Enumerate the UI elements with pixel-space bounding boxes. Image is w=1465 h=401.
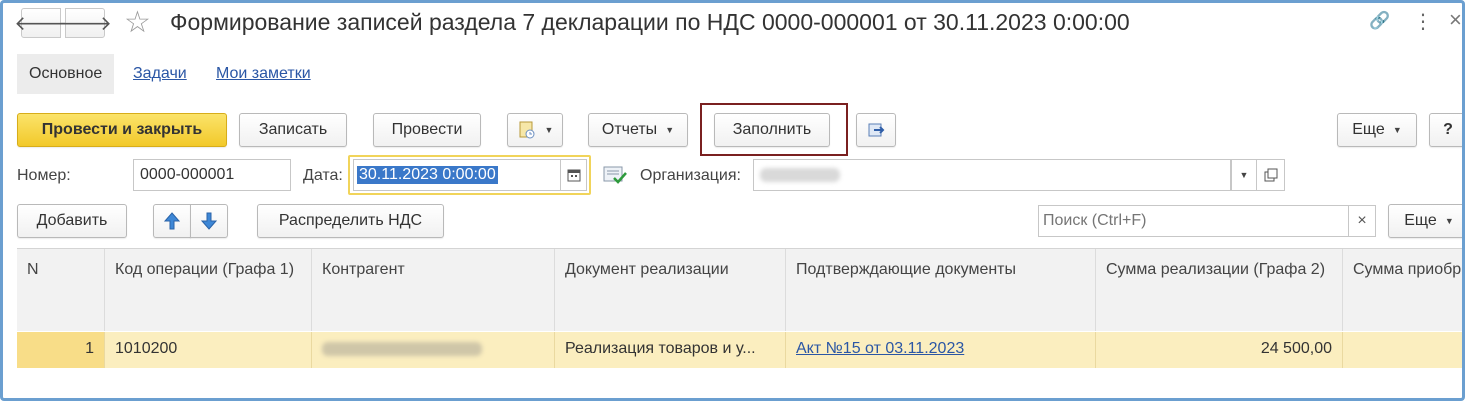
export-button[interactable] bbox=[856, 113, 896, 147]
cell-sale-document[interactable]: Реализация товаров и у... bbox=[555, 332, 786, 368]
column-header-n[interactable]: N bbox=[17, 249, 105, 331]
tab-my-notes[interactable]: Мои заметки bbox=[216, 54, 311, 94]
tab-tasks[interactable]: Задачи bbox=[133, 54, 187, 94]
arrow-up-icon bbox=[164, 212, 180, 230]
accounting-check-icon[interactable] bbox=[603, 165, 627, 190]
organization-value-redacted bbox=[760, 168, 840, 182]
reports-label: Отчеты bbox=[601, 121, 658, 138]
column-header-counterparty[interactable]: Контрагент bbox=[312, 249, 555, 331]
cell-operation-code[interactable]: 1010200 bbox=[105, 332, 312, 368]
date-label: Дата: bbox=[303, 167, 343, 184]
cell-purchase-amount[interactable] bbox=[1343, 332, 1462, 368]
column-header-confirming-documents[interactable]: Подтверждающие документы bbox=[786, 249, 1096, 331]
window-frame: 🡐 🡒 ☆ Формирование записей раздела 7 дек… bbox=[0, 0, 1465, 401]
table-more-button[interactable]: Еще ▼ bbox=[1388, 204, 1462, 238]
column-header-operation-code[interactable]: Код операции (Графа 1) bbox=[105, 249, 312, 331]
move-up-button[interactable] bbox=[153, 204, 191, 238]
counterparty-value-redacted bbox=[322, 341, 482, 356]
post-and-close-button[interactable]: Провести и закрыть bbox=[17, 113, 227, 147]
move-down-button[interactable] bbox=[190, 204, 228, 238]
window-title: Формирование записей раздела 7 деклараци… bbox=[170, 9, 1130, 35]
search-input[interactable] bbox=[1038, 205, 1349, 237]
arrow-down-icon bbox=[201, 212, 217, 230]
cell-sale-amount[interactable]: 24 500,00 bbox=[1096, 332, 1343, 368]
fill-button[interactable]: Заполнить bbox=[714, 113, 830, 147]
date-field[interactable]: 30.11.2023 0:00:00 bbox=[353, 159, 561, 191]
calendar-icon bbox=[567, 169, 580, 182]
chevron-down-icon: ▼ bbox=[1444, 216, 1454, 226]
chevron-down-icon: ▼ bbox=[1392, 125, 1402, 135]
chevron-down-icon: ▼ bbox=[1239, 170, 1249, 180]
export-icon bbox=[868, 123, 885, 137]
help-button[interactable]: ? bbox=[1429, 113, 1462, 147]
chevron-down-icon: ▼ bbox=[665, 125, 675, 135]
link-icon[interactable]: 🔗 bbox=[1369, 11, 1390, 31]
more-label: Еще bbox=[1352, 121, 1385, 138]
more-button[interactable]: Еще ▼ bbox=[1337, 113, 1417, 147]
back-button[interactable]: 🡐 bbox=[14, 8, 68, 38]
cell-n[interactable]: 1 bbox=[17, 332, 105, 368]
distribute-vat-button[interactable]: Распределить НДС bbox=[257, 204, 444, 238]
confirming-document-link[interactable]: Акт №15 от 03.11.2023 bbox=[796, 340, 964, 357]
reports-button[interactable]: Отчеты ▼ bbox=[588, 113, 688, 147]
cell-confirming-documents[interactable]: Акт №15 от 03.11.2023 bbox=[786, 332, 1096, 368]
chevron-down-icon: ▼ bbox=[544, 125, 554, 135]
column-header-sale-document[interactable]: Документ реализации bbox=[555, 249, 786, 331]
organization-label: Организация: bbox=[640, 167, 741, 184]
close-icon: × bbox=[1357, 212, 1367, 229]
organization-open-button[interactable] bbox=[1257, 159, 1285, 191]
table-more-label: Еще bbox=[1404, 212, 1437, 229]
post-button[interactable]: Провести bbox=[373, 113, 481, 147]
column-header-sale-amount[interactable]: Сумма реализации (Графа 2) bbox=[1096, 249, 1343, 331]
add-row-button[interactable]: Добавить bbox=[17, 204, 127, 238]
organization-field[interactable] bbox=[753, 159, 1231, 191]
records-table: N Код операции (Графа 1) Контрагент Доку… bbox=[17, 248, 1462, 368]
close-icon[interactable]: × bbox=[1449, 7, 1462, 33]
arrow-right-icon: 🡒 bbox=[58, 12, 112, 35]
organization-dropdown-button[interactable]: ▼ bbox=[1231, 159, 1257, 191]
calendar-button[interactable] bbox=[561, 159, 587, 191]
number-field[interactable]: 0000-000001 bbox=[133, 159, 291, 191]
cell-counterparty[interactable] bbox=[312, 332, 555, 368]
open-window-icon bbox=[1264, 168, 1277, 182]
tab-main[interactable]: Основное bbox=[17, 54, 115, 94]
save-button[interactable]: Записать bbox=[239, 113, 347, 147]
more-actions-icon[interactable]: ⋮ bbox=[1413, 9, 1433, 34]
print-menu-button[interactable]: ▼ bbox=[507, 113, 563, 147]
clear-search-button[interactable]: × bbox=[1348, 205, 1376, 237]
column-header-purchase-amount[interactable]: Сумма приобр bbox=[1343, 249, 1462, 331]
document-icon bbox=[519, 121, 535, 139]
date-value: 30.11.2023 0:00:00 bbox=[357, 166, 498, 184]
favorite-star-icon[interactable]: ☆ bbox=[124, 5, 151, 40]
number-label: Номер: bbox=[17, 167, 71, 184]
forward-button[interactable]: 🡒 bbox=[58, 8, 112, 38]
